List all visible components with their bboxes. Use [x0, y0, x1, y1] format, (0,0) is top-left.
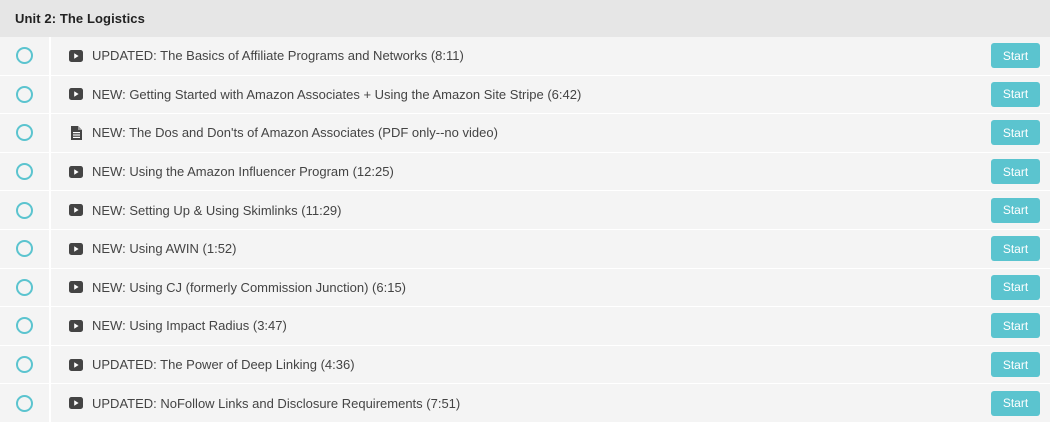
- incomplete-circle-icon[interactable]: [16, 240, 33, 258]
- start-button[interactable]: Start: [991, 236, 1040, 262]
- lecture-content[interactable]: NEW: Using Impact Radius (3:47) Start: [51, 307, 1050, 345]
- lecture-title[interactable]: NEW: Using Impact Radius (3:47): [92, 318, 991, 333]
- completion-status-cell: [0, 384, 51, 422]
- lecture-content[interactable]: UPDATED: The Basics of Affiliate Program…: [51, 37, 1050, 75]
- document-icon: [69, 125, 83, 140]
- lecture-row-10[interactable]: UPDATED: NoFollow Links and Disclosure R…: [0, 384, 1050, 423]
- completion-status-cell: [0, 191, 51, 229]
- lecture-content[interactable]: NEW: Using the Amazon Influencer Program…: [51, 152, 1050, 191]
- video-play-icon: [69, 87, 83, 101]
- lecture-row-1[interactable]: UPDATED: The Basics of Affiliate Program…: [0, 37, 1050, 76]
- lecture-row-2[interactable]: NEW: Getting Started with Amazon Associa…: [0, 75, 1050, 115]
- lecture-row-9[interactable]: UPDATED: The Power of Deep Linking (4:36…: [0, 345, 1050, 385]
- lecture-list: UPDATED: The Basics of Affiliate Program…: [0, 37, 1050, 423]
- lecture-row-6[interactable]: NEW: Using AWIN (1:52) Start: [0, 229, 1050, 269]
- incomplete-circle-icon[interactable]: [16, 85, 33, 103]
- lecture-content[interactable]: NEW: Using CJ (formerly Commission Junct…: [51, 268, 1050, 307]
- course-section: Unit 2: The Logistics UPDATED: The Basic…: [0, 0, 1050, 423]
- lecture-title[interactable]: NEW: Setting Up & Using Skimlinks (11:29…: [92, 203, 991, 218]
- lecture-title[interactable]: NEW: The Dos and Don'ts of Amazon Associ…: [92, 125, 991, 140]
- start-button[interactable]: Start: [991, 390, 1040, 416]
- incomplete-circle-icon[interactable]: [16, 317, 33, 335]
- video-play-icon: [69, 396, 83, 410]
- start-button[interactable]: Start: [991, 43, 1040, 69]
- completion-status-cell: [0, 307, 51, 345]
- start-button[interactable]: Start: [991, 197, 1040, 223]
- video-play-icon: [69, 203, 83, 217]
- start-button[interactable]: Start: [991, 352, 1040, 378]
- lecture-row-7[interactable]: NEW: Using CJ (formerly Commission Junct…: [0, 268, 1050, 308]
- section-header: Unit 2: The Logistics: [0, 0, 1050, 37]
- lecture-title[interactable]: UPDATED: The Power of Deep Linking (4:36…: [92, 357, 991, 372]
- start-button[interactable]: Start: [991, 159, 1040, 185]
- video-play-icon: [69, 358, 83, 372]
- incomplete-circle-icon[interactable]: [16, 163, 33, 181]
- video-play-icon: [69, 280, 83, 294]
- video-play-icon: [69, 165, 83, 179]
- lecture-title[interactable]: UPDATED: NoFollow Links and Disclosure R…: [92, 396, 991, 411]
- incomplete-circle-icon[interactable]: [16, 394, 33, 412]
- incomplete-circle-icon[interactable]: [16, 356, 33, 374]
- lecture-row-5[interactable]: NEW: Setting Up & Using Skimlinks (11:29…: [0, 191, 1050, 230]
- lecture-title[interactable]: NEW: Getting Started with Amazon Associa…: [92, 87, 991, 102]
- lecture-title[interactable]: NEW: Using CJ (formerly Commission Junct…: [92, 280, 991, 295]
- lecture-title[interactable]: UPDATED: The Basics of Affiliate Program…: [92, 48, 991, 63]
- lecture-row-8[interactable]: NEW: Using Impact Radius (3:47) Start: [0, 307, 1050, 346]
- lecture-content[interactable]: NEW: Getting Started with Amazon Associa…: [51, 75, 1050, 114]
- start-button[interactable]: Start: [991, 274, 1040, 300]
- video-play-icon: [69, 319, 83, 333]
- lecture-content[interactable]: NEW: The Dos and Don'ts of Amazon Associ…: [51, 114, 1050, 152]
- start-button[interactable]: Start: [991, 313, 1040, 339]
- section-title: Unit 2: The Logistics: [15, 10, 145, 26]
- incomplete-circle-icon[interactable]: [16, 124, 33, 142]
- completion-status-cell: [0, 75, 51, 114]
- completion-status-cell: [0, 345, 51, 384]
- completion-status-cell: [0, 37, 51, 75]
- lecture-content[interactable]: NEW: Setting Up & Using Skimlinks (11:29…: [51, 191, 1050, 229]
- lecture-title[interactable]: NEW: Using AWIN (1:52): [92, 241, 991, 256]
- lecture-content[interactable]: UPDATED: NoFollow Links and Disclosure R…: [51, 384, 1050, 422]
- video-play-icon: [69, 242, 83, 256]
- incomplete-circle-icon[interactable]: [16, 201, 33, 219]
- completion-status-cell: [0, 152, 51, 191]
- start-button[interactable]: Start: [991, 81, 1040, 107]
- lecture-row-4[interactable]: NEW: Using the Amazon Influencer Program…: [0, 152, 1050, 192]
- completion-status-cell: [0, 229, 51, 268]
- lecture-title[interactable]: NEW: Using the Amazon Influencer Program…: [92, 164, 991, 179]
- completion-status-cell: [0, 114, 51, 152]
- video-play-icon: [69, 49, 83, 63]
- completion-status-cell: [0, 268, 51, 307]
- incomplete-circle-icon[interactable]: [16, 278, 33, 296]
- lecture-content[interactable]: UPDATED: The Power of Deep Linking (4:36…: [51, 345, 1050, 384]
- lecture-content[interactable]: NEW: Using AWIN (1:52) Start: [51, 229, 1050, 268]
- start-button[interactable]: Start: [991, 120, 1040, 146]
- incomplete-circle-icon[interactable]: [16, 47, 33, 65]
- lecture-row-3[interactable]: NEW: The Dos and Don'ts of Amazon Associ…: [0, 114, 1050, 153]
